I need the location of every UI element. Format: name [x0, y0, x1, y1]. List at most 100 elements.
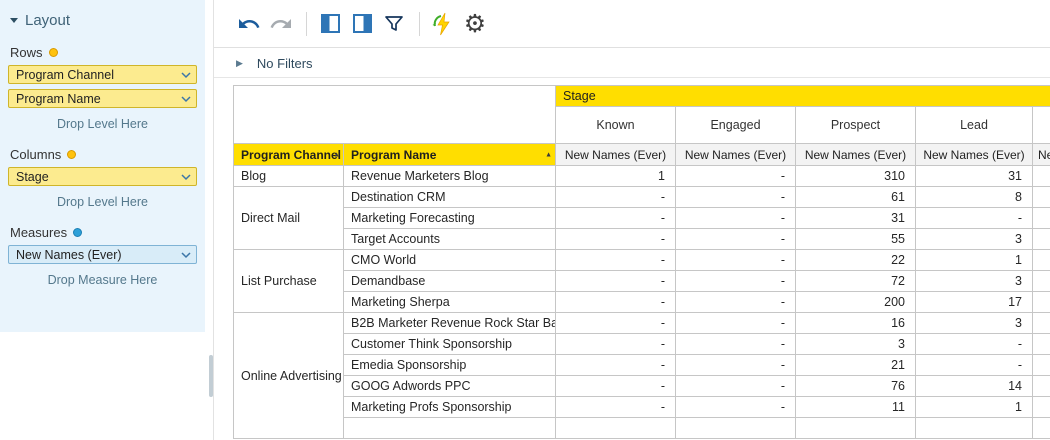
- row-header-program-channel[interactable]: Program Channel ▲: [234, 144, 344, 166]
- program-cell[interactable]: Marketing Sherpa: [344, 292, 556, 313]
- stage-column-header-prospect[interactable]: Prospect: [796, 107, 916, 144]
- value-cell[interactable]: 3: [916, 313, 1033, 334]
- redo-button[interactable]: [266, 9, 296, 39]
- filter-button[interactable]: [379, 9, 409, 39]
- program-cell[interactable]: Customer Think Sponsorship: [344, 334, 556, 355]
- value-cell[interactable]: 3: [916, 229, 1033, 250]
- layout-panel-header[interactable]: Layout: [0, 0, 205, 29]
- value-cell[interactable]: 72: [796, 271, 916, 292]
- collapse-triangle-icon[interactable]: [10, 18, 18, 23]
- program-cell[interactable]: Marketing Profs Sponsorship: [344, 397, 556, 418]
- measures-drop-zone[interactable]: Drop Measure Here: [0, 273, 205, 287]
- value-cell[interactable]: -: [556, 334, 676, 355]
- program-cell[interactable]: Target Accounts: [344, 229, 556, 250]
- column-dimension-header[interactable]: Stage: [556, 86, 1050, 107]
- value-cell[interactable]: -: [676, 313, 796, 334]
- panel-splitter-handle[interactable]: [209, 355, 213, 397]
- filter-bar[interactable]: ▶ No Filters: [214, 49, 1050, 78]
- value-cell[interactable]: -: [676, 208, 796, 229]
- value-cell[interactable]: -: [676, 250, 796, 271]
- column-field-stage[interactable]: Stage: [8, 167, 197, 186]
- value-cell[interactable]: -: [676, 376, 796, 397]
- value-cell[interactable]: 1: [916, 397, 1033, 418]
- value-cell[interactable]: -: [676, 355, 796, 376]
- value-cell-clipped: [1033, 250, 1050, 271]
- value-cell[interactable]: 3: [916, 271, 1033, 292]
- value-cell[interactable]: -: [916, 208, 1033, 229]
- right-panel-icon: [353, 14, 372, 33]
- measure-field-new-names-ever[interactable]: New Names (Ever): [8, 245, 197, 264]
- value-cell[interactable]: 8: [916, 187, 1033, 208]
- undo-button[interactable]: [234, 9, 264, 39]
- value-cell[interactable]: -: [676, 292, 796, 313]
- program-cell[interactable]: GOOG Adwords PPC: [344, 376, 556, 397]
- row-field-program-channel[interactable]: Program Channel: [8, 65, 197, 84]
- filters-expander-icon[interactable]: ▶: [236, 58, 243, 69]
- program-cell[interactable]: Destination CRM: [344, 187, 556, 208]
- stage-column-header-engaged[interactable]: Engaged: [676, 107, 796, 144]
- value-cell[interactable]: 200: [796, 292, 916, 313]
- value-cell[interactable]: -: [676, 229, 796, 250]
- program-cell[interactable]: CMO World: [344, 250, 556, 271]
- value-cell[interactable]: -: [676, 166, 796, 187]
- measure-header[interactable]: New Names (Ever): [916, 144, 1033, 166]
- value-cell[interactable]: 31: [796, 208, 916, 229]
- value-cell[interactable]: -: [556, 271, 676, 292]
- channel-cell[interactable]: Direct Mail: [234, 187, 344, 250]
- measure-header[interactable]: New Names (Ever): [676, 144, 796, 166]
- value-cell[interactable]: 310: [796, 166, 916, 187]
- toolbar: ⚙: [214, 0, 1050, 48]
- columns-drop-zone[interactable]: Drop Level Here: [0, 195, 205, 209]
- value-cell[interactable]: 21: [796, 355, 916, 376]
- program-cell[interactable]: Marketing Forecasting: [344, 208, 556, 229]
- row-header-program-name[interactable]: Program Name ▲: [344, 144, 556, 166]
- value-cell[interactable]: -: [556, 313, 676, 334]
- value-cell[interactable]: -: [556, 187, 676, 208]
- toggle-right-panel-button[interactable]: [347, 9, 377, 39]
- value-cell[interactable]: -: [556, 292, 676, 313]
- value-cell[interactable]: -: [676, 397, 796, 418]
- value-cell[interactable]: -: [676, 271, 796, 292]
- channel-cell[interactable]: Blog: [234, 166, 344, 187]
- refresh-button[interactable]: [428, 9, 458, 39]
- program-cell[interactable]: B2B Marketer Revenue Rock Star Ban: [344, 313, 556, 334]
- stage-column-header-lead[interactable]: Lead: [916, 107, 1033, 144]
- program-cell[interactable]: Revenue Marketers Blog: [344, 166, 556, 187]
- stage-column-header-clipped: [1033, 107, 1050, 144]
- value-cell[interactable]: 17: [916, 292, 1033, 313]
- stage-column-header-known[interactable]: Known: [556, 107, 676, 144]
- value-cell[interactable]: -: [556, 208, 676, 229]
- table-row: Marketing Profs Sponsorship - - 11 1: [234, 397, 1050, 418]
- value-cell[interactable]: -: [676, 187, 796, 208]
- value-cell[interactable]: 61: [796, 187, 916, 208]
- value-cell[interactable]: -: [916, 355, 1033, 376]
- value-cell[interactable]: 1: [556, 166, 676, 187]
- value-cell[interactable]: 31: [916, 166, 1033, 187]
- channel-cell[interactable]: List Purchase: [234, 250, 344, 313]
- value-cell[interactable]: -: [556, 250, 676, 271]
- value-cell[interactable]: 1: [916, 250, 1033, 271]
- value-cell[interactable]: -: [556, 376, 676, 397]
- value-cell[interactable]: 22: [796, 250, 916, 271]
- value-cell[interactable]: 16: [796, 313, 916, 334]
- value-cell[interactable]: -: [556, 229, 676, 250]
- value-cell[interactable]: 3: [796, 334, 916, 355]
- value-cell[interactable]: 76: [796, 376, 916, 397]
- value-cell[interactable]: -: [916, 334, 1033, 355]
- table-row: Target Accounts - - 55 3: [234, 229, 1050, 250]
- value-cell[interactable]: 14: [916, 376, 1033, 397]
- value-cell[interactable]: -: [556, 397, 676, 418]
- value-cell[interactable]: -: [556, 355, 676, 376]
- rows-drop-zone[interactable]: Drop Level Here: [0, 117, 205, 131]
- value-cell[interactable]: 11: [796, 397, 916, 418]
- value-cell[interactable]: -: [676, 334, 796, 355]
- channel-cell[interactable]: Online Advertising: [234, 313, 344, 439]
- program-cell[interactable]: Demandbase: [344, 271, 556, 292]
- measure-header[interactable]: New Names (Ever): [796, 144, 916, 166]
- settings-button[interactable]: ⚙: [460, 9, 490, 39]
- toggle-left-panel-button[interactable]: [315, 9, 345, 39]
- measure-header[interactable]: New Names (Ever): [556, 144, 676, 166]
- value-cell[interactable]: 55: [796, 229, 916, 250]
- row-field-program-name[interactable]: Program Name: [8, 89, 197, 108]
- program-cell[interactable]: Emedia Sponsorship: [344, 355, 556, 376]
